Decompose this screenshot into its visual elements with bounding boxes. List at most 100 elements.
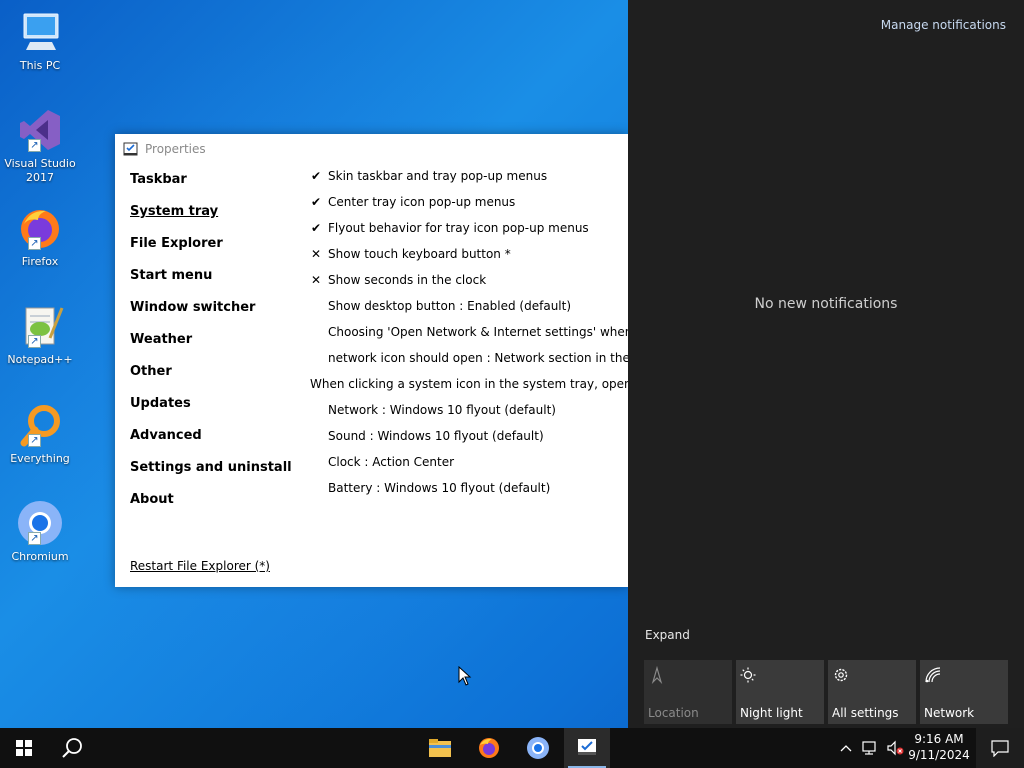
clock-date: 9/11/2024 bbox=[908, 748, 970, 762]
desktop-icon-firefox[interactable]: ↗ Firefox bbox=[2, 204, 78, 269]
taskbar-app-firefox[interactable] bbox=[466, 728, 512, 768]
option-label: Skin taskbar and tray pop-up menus bbox=[328, 169, 548, 183]
quick-action-network[interactable]: Network bbox=[920, 660, 1008, 724]
search-icon bbox=[62, 738, 82, 758]
desktop-icon-notepadpp[interactable]: ↗ Notepad++ bbox=[2, 302, 78, 367]
option-skin-menus[interactable]: ✔ Skin taskbar and tray pop-up menus bbox=[308, 168, 628, 194]
option-label: Flyout behavior for tray icon pop-up men… bbox=[328, 221, 589, 235]
nav-item-updates[interactable]: Updates bbox=[130, 395, 300, 427]
firefox-icon: ↗ bbox=[16, 204, 64, 252]
start-button[interactable] bbox=[0, 728, 48, 768]
taskbar: 9:16 AM 9/11/2024 bbox=[0, 728, 1024, 768]
option-touch-keyboard[interactable]: ✕ Show touch keyboard button * bbox=[308, 246, 628, 272]
cross-icon: ✕ bbox=[310, 273, 322, 287]
checkmark-icon: ✔ bbox=[310, 221, 322, 235]
properties-app-icon bbox=[578, 739, 596, 755]
nav-label: Start menu bbox=[130, 268, 213, 283]
taskbar-app-properties[interactable] bbox=[564, 728, 610, 768]
quick-action-all-settings[interactable]: All settings bbox=[828, 660, 916, 724]
quick-action-night-light[interactable]: Night light bbox=[736, 660, 824, 724]
option-label: Center tray icon pop-up menus bbox=[328, 195, 516, 209]
volume-muted-icon bbox=[887, 740, 904, 756]
mouse-cursor-icon bbox=[458, 666, 472, 686]
system-tray-options: ✔ Skin taskbar and tray pop-up menus ✔ C… bbox=[308, 168, 628, 506]
nav-label: Other bbox=[130, 364, 172, 379]
tray-volume-button[interactable] bbox=[884, 728, 906, 768]
action-center-button[interactable] bbox=[976, 728, 1024, 768]
night-light-icon bbox=[740, 667, 756, 683]
tray-network-button[interactable] bbox=[860, 728, 882, 768]
quick-action-label: Network bbox=[924, 706, 975, 720]
properties-window: Properties Taskbar System tray File Expl… bbox=[115, 134, 628, 587]
option-tray-sound[interactable]: Sound : Windows 10 flyout (default) bbox=[308, 428, 628, 454]
option-flyout-behavior[interactable]: ✔ Flyout behavior for tray icon pop-up m… bbox=[308, 220, 628, 246]
option-tray-clock[interactable]: Clock : Action Center bbox=[308, 454, 628, 480]
quick-action-label: Night light bbox=[740, 706, 803, 720]
nav-item-about[interactable]: About bbox=[130, 491, 300, 523]
desktop-icon-chromium[interactable]: ↗ Chromium bbox=[2, 499, 78, 564]
nav-item-other[interactable]: Other bbox=[130, 363, 300, 395]
properties-nav: Taskbar System tray File Explorer Start … bbox=[130, 171, 300, 523]
option-network-settings[interactable]: Choosing 'Open Network & Internet settin… bbox=[308, 324, 628, 376]
desktop-icon-label: Chromium bbox=[11, 550, 69, 563]
nav-item-weather[interactable]: Weather bbox=[130, 331, 300, 363]
nav-item-taskbar[interactable]: Taskbar bbox=[130, 171, 300, 203]
option-label-line2: network icon should open : Network secti… bbox=[328, 351, 628, 365]
chromium-icon bbox=[527, 737, 549, 759]
shortcut-arrow-icon: ↗ bbox=[28, 434, 41, 447]
desktop-icon-label: Everything bbox=[10, 452, 70, 465]
location-icon bbox=[651, 666, 663, 684]
desktop-icon-label: This PC bbox=[19, 59, 61, 72]
taskbar-app-chromium[interactable] bbox=[515, 728, 561, 768]
option-label: Show desktop button : Enabled (default) bbox=[328, 299, 572, 313]
shortcut-arrow-icon: ↗ bbox=[28, 532, 41, 545]
quick-action-location[interactable]: Location bbox=[644, 660, 732, 724]
ethernet-icon bbox=[862, 741, 876, 755]
nav-item-start-menu[interactable]: Start menu bbox=[130, 267, 300, 299]
search-button[interactable] bbox=[48, 728, 96, 768]
desktop-icon-visual-studio[interactable]: ↗ Visual Studio 2017 bbox=[2, 106, 78, 185]
nav-item-window-switcher[interactable]: Window switcher bbox=[130, 299, 300, 331]
nav-item-advanced[interactable]: Advanced bbox=[130, 427, 300, 459]
nav-label: About bbox=[130, 492, 174, 507]
nav-item-system-tray[interactable]: System tray bbox=[130, 203, 300, 235]
option-label: Network : Windows 10 flyout (default) bbox=[328, 403, 556, 417]
option-tray-network[interactable]: Network : Windows 10 flyout (default) bbox=[308, 402, 628, 428]
nav-item-file-explorer[interactable]: File Explorer bbox=[130, 235, 300, 267]
windows-logo-icon bbox=[16, 740, 32, 756]
option-label-line1: Choosing 'Open Network & Internet settin… bbox=[328, 325, 628, 339]
desktop-icon-this-pc[interactable]: This PC bbox=[2, 8, 78, 73]
shortcut-arrow-icon: ↗ bbox=[28, 139, 41, 152]
chromium-icon: ↗ bbox=[16, 499, 64, 547]
nav-label: System tray bbox=[130, 204, 219, 219]
gear-icon bbox=[834, 668, 848, 682]
nav-item-settings-uninstall[interactable]: Settings and uninstall bbox=[130, 459, 300, 491]
notepadpp-icon: ↗ bbox=[16, 302, 64, 350]
shortcut-arrow-icon: ↗ bbox=[28, 237, 41, 250]
desktop-icon-label: Notepad++ bbox=[7, 353, 73, 366]
nav-label: Settings and uninstall bbox=[130, 460, 292, 475]
show-hidden-icons-button[interactable] bbox=[836, 728, 856, 768]
option-clock-seconds[interactable]: ✕ Show seconds in the clock bbox=[308, 272, 628, 298]
expand-quick-actions-link[interactable]: Expand bbox=[645, 628, 690, 642]
option-center-menus[interactable]: ✔ Center tray icon pop-up menus bbox=[308, 194, 628, 220]
nav-label: Updates bbox=[130, 396, 191, 411]
quick-action-label: Location bbox=[648, 706, 699, 720]
chevron-up-icon bbox=[840, 745, 852, 752]
tray-clock[interactable]: 9:16 AM 9/11/2024 bbox=[906, 728, 972, 768]
option-label: Battery : Windows 10 flyout (default) bbox=[328, 481, 551, 495]
network-icon bbox=[925, 667, 941, 683]
desktop-icon-label: Visual Studio 2017 bbox=[4, 157, 76, 184]
desktop-icon-everything[interactable]: ↗ Everything bbox=[2, 401, 78, 466]
computer-icon bbox=[16, 8, 64, 56]
firefox-icon bbox=[479, 738, 499, 758]
quick-actions: Location Night light All settings Networ… bbox=[644, 660, 1008, 724]
option-show-desktop[interactable]: Show desktop button : Enabled (default) bbox=[308, 298, 628, 324]
taskbar-app-file-explorer[interactable] bbox=[417, 728, 463, 768]
properties-titlebar[interactable]: Properties bbox=[115, 134, 628, 164]
visual-studio-icon: ↗ bbox=[16, 106, 64, 154]
restart-explorer-link[interactable]: Restart File Explorer (*) bbox=[130, 559, 270, 573]
action-center-panel: Manage notifications No new notification… bbox=[628, 0, 1024, 728]
manage-notifications-link[interactable]: Manage notifications bbox=[881, 18, 1006, 32]
option-tray-battery[interactable]: Battery : Windows 10 flyout (default) bbox=[308, 480, 628, 506]
